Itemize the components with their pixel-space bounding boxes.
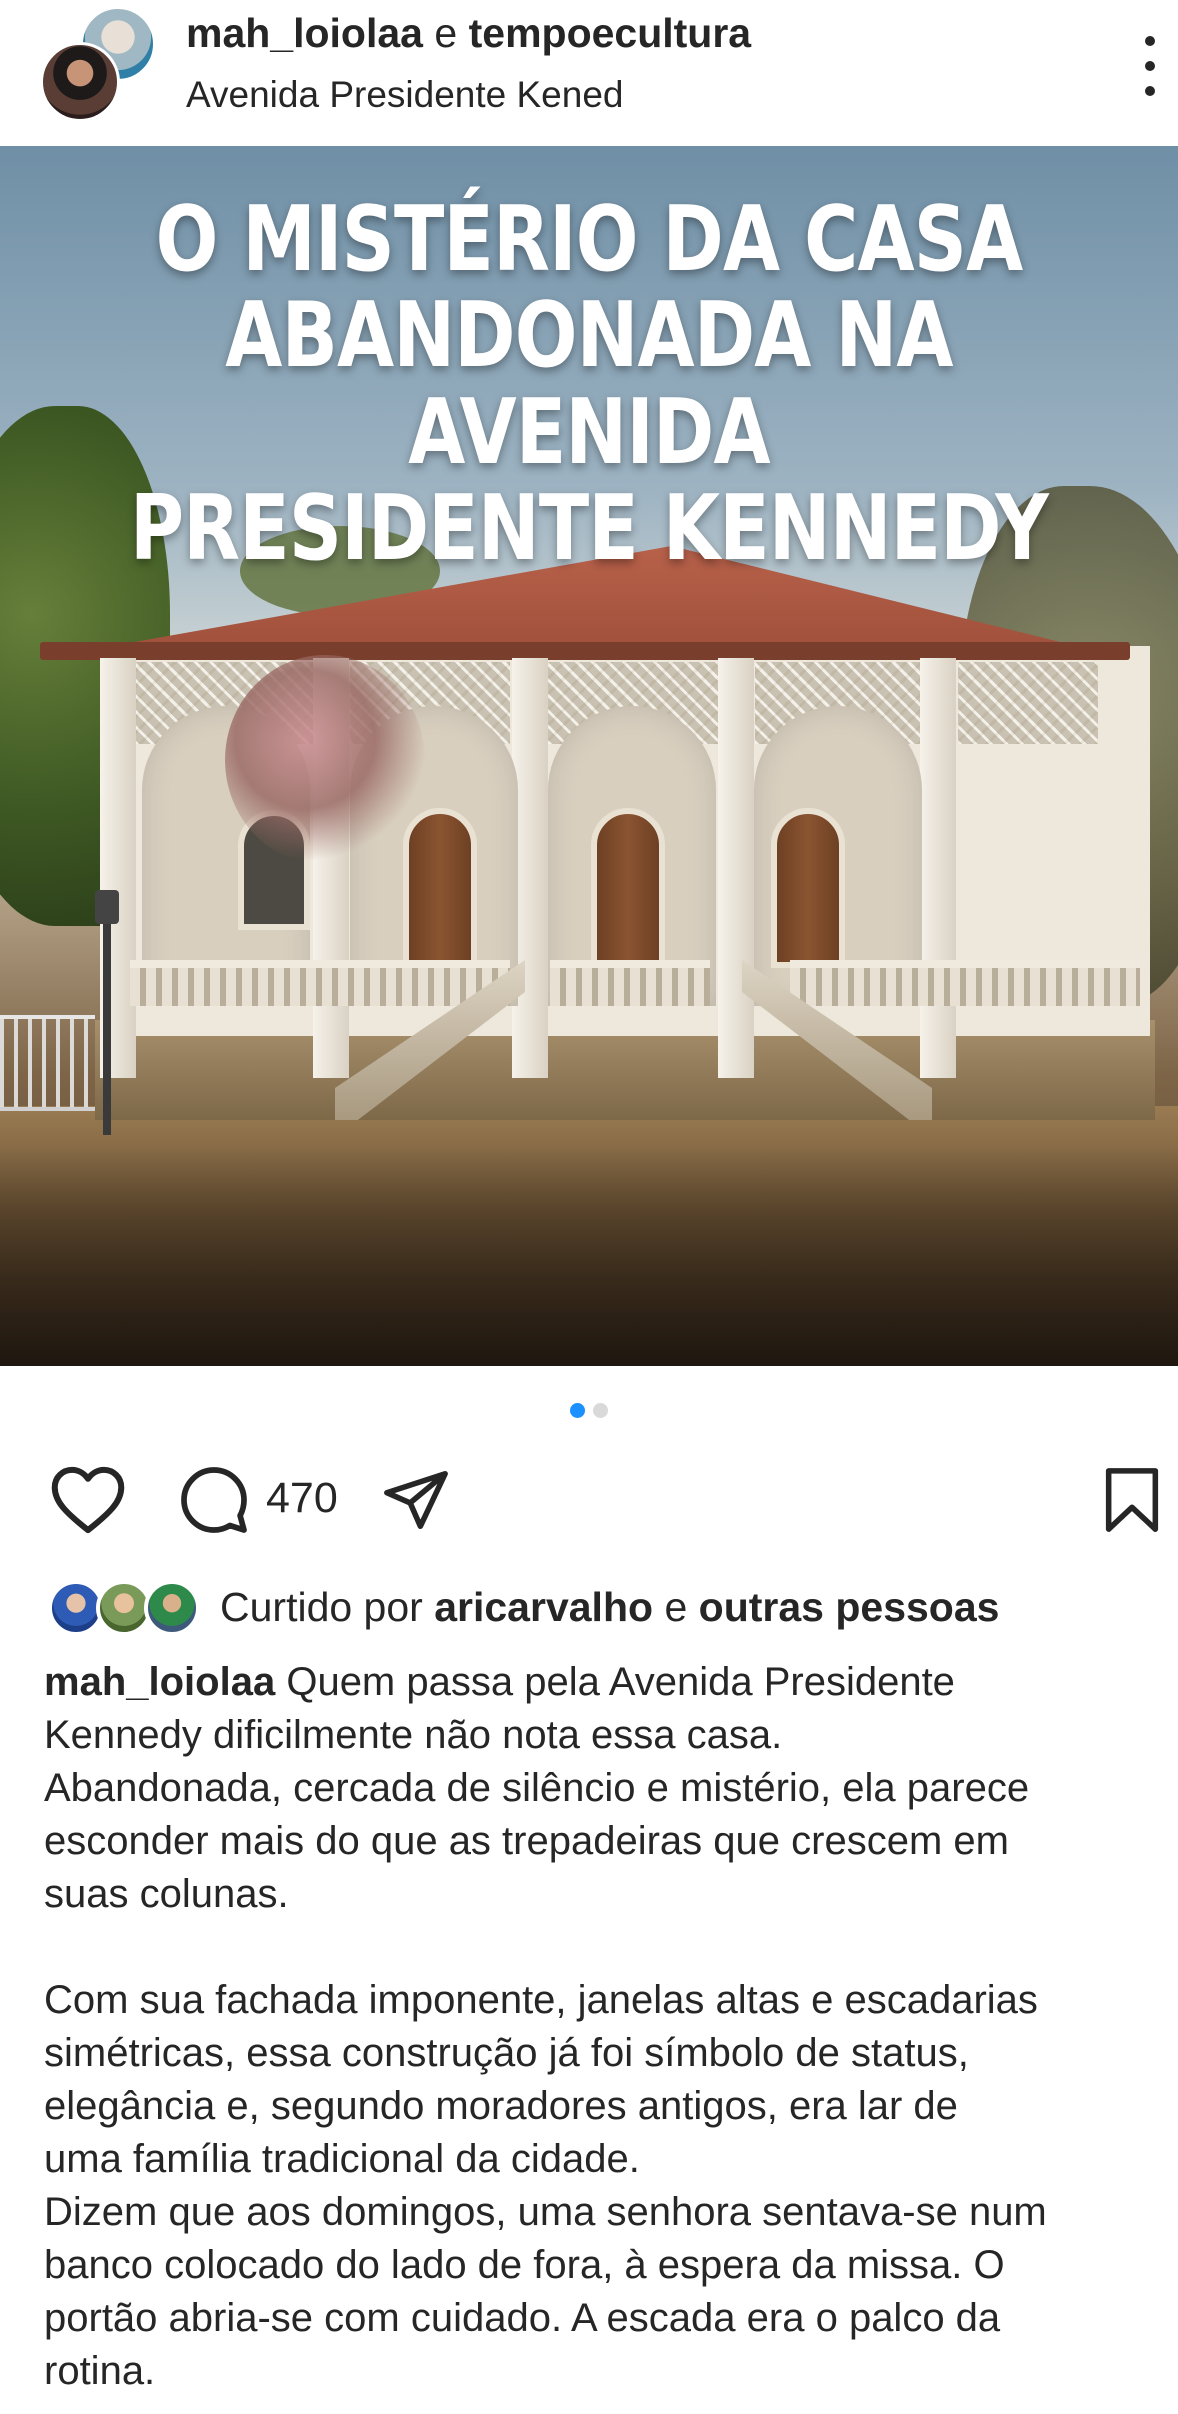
authors-conjunction: e [434, 10, 458, 56]
likes-text: Curtido por aricarvalho e outras pessoas [220, 1584, 1000, 1630]
avatar [144, 1580, 200, 1636]
carousel-indicator [0, 1403, 1178, 1418]
coauthor-username[interactable]: tempoecultura [469, 10, 752, 56]
liker-username[interactable]: aricarvalho [434, 1584, 653, 1630]
door [591, 808, 665, 968]
post-location[interactable]: Avenida Presidente Kened [186, 74, 623, 116]
post-header: mah_loiolaa e tempoecultura Avenida Pres… [0, 0, 1178, 146]
more-options-button[interactable] [1130, 36, 1170, 96]
fence [0, 1015, 95, 1111]
post-title: O MISTÉRIO DA CASA ABANDONADA NA AVENIDA… [130, 187, 1049, 581]
post-caption: mah_loiolaa Quem passa pela Avenida Pres… [44, 1660, 1047, 2393]
more-vertical-icon [1145, 36, 1155, 46]
share-button[interactable] [376, 1460, 456, 1540]
collab-avatars[interactable] [40, 6, 158, 124]
carousel-dot-active [570, 1403, 585, 1418]
comment-icon [181, 1467, 247, 1533]
bookmark-icon [1105, 1468, 1159, 1532]
carousel-dot [593, 1403, 608, 1418]
save-button[interactable] [1092, 1460, 1172, 1540]
door [403, 808, 477, 968]
others-link[interactable]: outras pessoas [699, 1584, 1000, 1630]
like-button[interactable] [48, 1460, 128, 1540]
author-username[interactable]: mah_loiolaa [186, 10, 423, 56]
post-authors: mah_loiolaa e tempoecultura [186, 10, 751, 57]
liker-avatars[interactable] [48, 1578, 200, 1638]
flowering-vine [225, 655, 425, 865]
send-icon [384, 1470, 448, 1530]
comment-button[interactable] [174, 1460, 254, 1540]
comment-count[interactable]: 470 [266, 1474, 338, 1523]
caption-username[interactable]: mah_loiolaa [44, 1660, 275, 1704]
action-bar: 470 [0, 1460, 1178, 1540]
avatar[interactable] [40, 42, 120, 122]
heart-icon [51, 1466, 125, 1534]
door [771, 808, 845, 968]
street-lamp [103, 895, 111, 1135]
likes-summary[interactable]: Curtido por aricarvalho e outras pessoas [48, 1578, 1158, 1638]
